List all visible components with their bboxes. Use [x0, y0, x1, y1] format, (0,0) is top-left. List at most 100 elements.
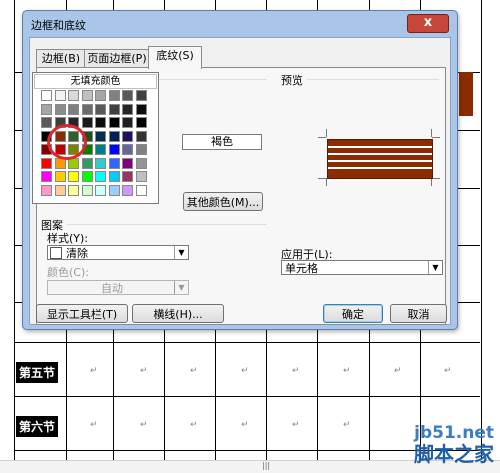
color-swatch[interactable] [122, 157, 133, 169]
cancel-button[interactable]: 取消 [390, 304, 447, 323]
color-swatch[interactable] [81, 184, 93, 196]
preview-divider [307, 79, 439, 80]
color-swatch[interactable] [108, 103, 120, 115]
dialog-title-bar[interactable]: 边框和底纹 x [23, 11, 457, 37]
color-swatch[interactable] [54, 171, 66, 182]
chevron-down-icon[interactable]: ▼ [428, 261, 442, 274]
pattern-group-divider [67, 224, 267, 225]
row-label-section-6: 第六节 [16, 416, 59, 437]
close-button[interactable]: x [407, 14, 449, 33]
color-swatch[interactable] [108, 90, 120, 101]
tab-shading[interactable]: 底纹(S) [148, 46, 202, 69]
color-swatch[interactable] [108, 184, 120, 196]
color-swatch[interactable] [41, 103, 52, 115]
color-swatch[interactable] [122, 130, 133, 142]
horizontal-line-button[interactable]: 横线(H)... [132, 304, 224, 323]
paragraph-mark: ↵ [241, 366, 249, 376]
color-swatch[interactable] [135, 157, 147, 169]
color-swatch[interactable] [122, 90, 133, 101]
color-swatch[interactable] [41, 171, 52, 182]
color-swatch[interactable] [68, 171, 79, 182]
preview-corner-mark [432, 178, 440, 179]
color-swatch[interactable] [122, 103, 133, 115]
color-swatch[interactable] [68, 184, 79, 196]
site-watermark: jb51.net 脚本之家 [414, 424, 494, 466]
color-swatch[interactable] [122, 144, 133, 155]
style-select[interactable]: 清除 ▼ [47, 245, 189, 260]
paragraph-mark: ↵ [292, 366, 300, 376]
color-swatch[interactable] [54, 90, 66, 101]
color-swatch[interactable] [108, 144, 120, 155]
show-toolbar-button[interactable]: 显示工具栏(T) [36, 304, 128, 323]
color-swatch[interactable] [108, 171, 120, 182]
color-swatch[interactable] [81, 90, 93, 101]
chevron-down-icon[interactable]: ▼ [174, 246, 188, 259]
color-swatch[interactable] [108, 117, 120, 128]
shading-preview [318, 125, 440, 191]
color-swatch[interactable] [135, 130, 147, 142]
color-swatch[interactable] [95, 103, 106, 115]
color-swatch[interactable] [68, 90, 79, 101]
color-swatch[interactable] [95, 144, 106, 155]
row-label-section-5: 第五节 [16, 362, 59, 383]
color-swatch[interactable] [95, 117, 106, 128]
color-swatch[interactable] [122, 117, 133, 128]
paragraph-mark: ↵ [190, 420, 198, 430]
color-swatch[interactable] [135, 117, 147, 128]
shaded-cell [459, 72, 473, 116]
preview-corner-mark [431, 129, 432, 137]
color-swatch[interactable] [122, 171, 133, 182]
color-swatch[interactable] [41, 90, 52, 101]
color-swatch[interactable] [81, 103, 93, 115]
preview-shaded-area [327, 139, 433, 179]
table-row-line [14, 450, 480, 451]
style-select-value: 清除 [66, 247, 88, 260]
pattern-swatch [50, 247, 62, 259]
color-swatch[interactable] [108, 157, 120, 169]
style-label: 样式(Y): [47, 232, 89, 245]
color-swatch[interactable] [95, 130, 106, 142]
color-swatch[interactable] [135, 103, 147, 115]
preview-corner-mark [326, 178, 327, 186]
color-swatch[interactable] [135, 184, 147, 196]
preview-label: 预览 [281, 74, 303, 87]
preview-text-line [328, 146, 432, 148]
color-swatch[interactable] [81, 157, 93, 169]
preview-text-line [328, 167, 432, 169]
paragraph-mark: ↵ [241, 420, 249, 430]
color-swatch[interactable] [135, 171, 147, 182]
color-swatch[interactable] [41, 117, 52, 128]
color-swatch[interactable] [54, 103, 66, 115]
color-swatch[interactable] [122, 184, 133, 196]
color-swatch[interactable] [95, 157, 106, 169]
color-swatch[interactable] [81, 171, 93, 182]
color-swatch[interactable] [108, 130, 120, 142]
no-fill-option[interactable]: 无填充颜色 [34, 74, 157, 89]
color-swatch[interactable] [54, 184, 66, 196]
color-swatch[interactable] [68, 103, 79, 115]
ok-button[interactable]: 确定 [323, 304, 383, 323]
preview-corner-mark [318, 178, 326, 179]
color-swatch[interactable] [41, 184, 52, 196]
color-swatch[interactable] [95, 184, 106, 196]
paragraph-mark: ↵ [343, 366, 351, 376]
tab-page-borders[interactable]: 页面边框(P) [84, 49, 150, 68]
paragraph-mark: ↵ [140, 420, 148, 430]
preview-text-line [328, 153, 432, 155]
paragraph-mark: ↵ [444, 366, 452, 376]
pattern-color-select: 自动 ▼ [47, 280, 189, 295]
selected-color-name: 褐色 [182, 134, 262, 150]
color-swatch[interactable] [41, 157, 52, 169]
paragraph-mark: ↵ [394, 366, 402, 376]
apply-to-select[interactable]: 单元格 ▼ [281, 260, 443, 275]
paragraph-mark: ↵ [292, 420, 300, 430]
color-swatch[interactable] [95, 171, 106, 182]
color-swatch[interactable] [95, 90, 106, 101]
chevron-down-icon: ▼ [174, 281, 188, 294]
color-swatch[interactable] [135, 90, 147, 101]
tab-borders[interactable]: 边框(B) [36, 49, 86, 68]
more-colors-button[interactable]: 其他颜色(M)... [183, 192, 263, 211]
paragraph-mark: ↵ [190, 366, 198, 376]
color-swatch[interactable] [135, 144, 147, 155]
color-swatch[interactable] [81, 117, 93, 128]
